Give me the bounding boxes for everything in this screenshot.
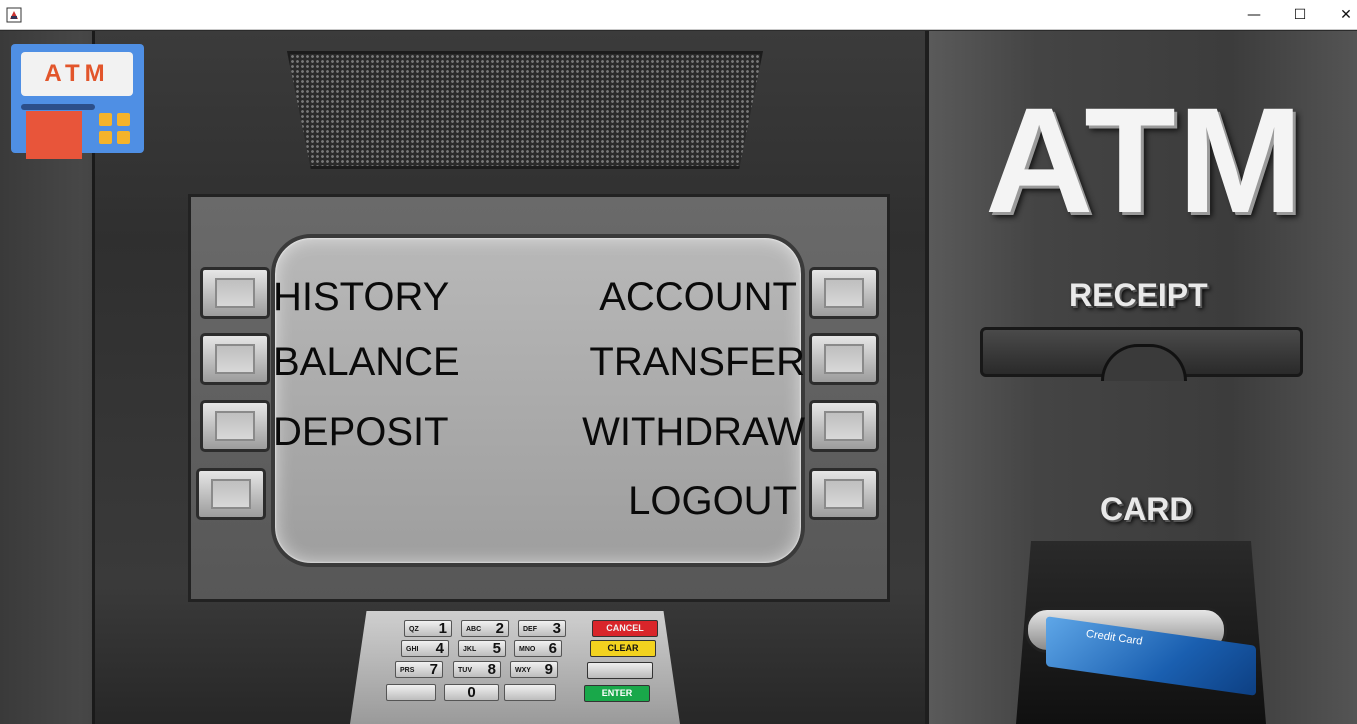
key-4-letters: GHI (406, 646, 419, 653)
logout-button[interactable]: LOGOUT (560, 479, 797, 523)
atm-logo-key (99, 113, 112, 126)
java-app-icon (6, 7, 22, 23)
atm-logo-text: ATM (21, 52, 133, 96)
clear-key[interactable]: CLEAR (590, 640, 656, 657)
key-2-letters: ABC (466, 626, 482, 633)
key-6-digit: 6 (548, 640, 557, 657)
key-7-letters: PRS (400, 667, 415, 674)
key-6[interactable]: MNO 6 (514, 640, 562, 657)
atm-logo-key (117, 113, 130, 126)
key-5-letters: JKL (463, 646, 477, 653)
close-button[interactable]: ✕ (1323, 0, 1357, 30)
key-9-letters: WXY (515, 667, 531, 674)
key-2[interactable]: ABC 2 (461, 620, 509, 637)
side-key-balance[interactable] (200, 333, 270, 385)
key-9-digit: 9 (544, 661, 553, 678)
enter-key[interactable]: ENTER (584, 685, 650, 702)
key-7-digit: 7 (429, 661, 438, 678)
atm-title: ATM (985, 76, 1305, 244)
cancel-key[interactable]: CANCEL (592, 620, 658, 637)
side-key-left-4[interactable] (196, 468, 266, 520)
key-8-digit: 8 (487, 661, 496, 678)
side-key-account[interactable] (809, 267, 879, 319)
key-blank-right[interactable] (504, 684, 556, 701)
side-key-deposit[interactable] (200, 400, 270, 452)
balance-button[interactable]: BALANCE (273, 340, 460, 384)
key-2-digit: 2 (495, 620, 504, 637)
key-1[interactable]: QZ 1 (404, 620, 452, 637)
transfer-button[interactable]: TRANSFER (560, 340, 805, 384)
card-label: CARD (1100, 491, 1193, 527)
receipt-slot (980, 327, 1303, 381)
key-6-letters: MNO (519, 646, 536, 653)
side-key-withdraw[interactable] (809, 400, 879, 452)
key-4[interactable]: GHI 4 (401, 640, 449, 657)
key-3-letters: DEF (523, 626, 537, 633)
history-button[interactable]: HISTORY (273, 275, 449, 319)
atm-canvas: ATM HISTORY BALANCE DEPOSIT ACCOUNT TRAN… (0, 31, 1357, 724)
withdraw-button[interactable]: WITHDRAW (560, 410, 805, 454)
maximize-button[interactable]: ☐ (1277, 0, 1323, 30)
minimize-button[interactable]: — (1231, 0, 1277, 30)
key-8[interactable]: TUV 8 (453, 661, 501, 678)
key-7[interactable]: PRS 7 (395, 661, 443, 678)
key-blank-left[interactable] (386, 684, 436, 701)
speaker-grille (287, 51, 763, 169)
atm-logo-key (117, 131, 130, 144)
atm-logo-card (26, 111, 82, 159)
receipt-label: RECEIPT (1069, 277, 1208, 313)
key-5-digit: 5 (492, 640, 501, 657)
side-key-transfer[interactable] (809, 333, 879, 385)
key-3-digit: 3 (552, 620, 561, 637)
key-0-digit: 0 (467, 684, 476, 701)
deposit-button[interactable]: DEPOSIT (273, 410, 449, 454)
atm-logo-icon: ATM (11, 44, 144, 159)
side-key-history[interactable] (200, 267, 270, 319)
key-1-letters: QZ (409, 626, 419, 633)
atm-logo-slot (21, 104, 95, 110)
account-button[interactable]: ACCOUNT (560, 275, 797, 319)
key-8-letters: TUV (458, 667, 472, 674)
key-0[interactable]: 0 (444, 684, 499, 701)
key-1-digit: 1 (438, 620, 447, 637)
key-5[interactable]: JKL 5 (458, 640, 506, 657)
window-titlebar: — ☐ ✕ (0, 0, 1357, 30)
side-key-logout[interactable] (809, 468, 879, 520)
key-3[interactable]: DEF 3 (518, 620, 566, 637)
key-4-digit: 4 (435, 640, 444, 657)
key-9[interactable]: WXY 9 (510, 661, 558, 678)
blank-function-key[interactable] (587, 662, 653, 679)
atm-logo-key (99, 131, 112, 144)
